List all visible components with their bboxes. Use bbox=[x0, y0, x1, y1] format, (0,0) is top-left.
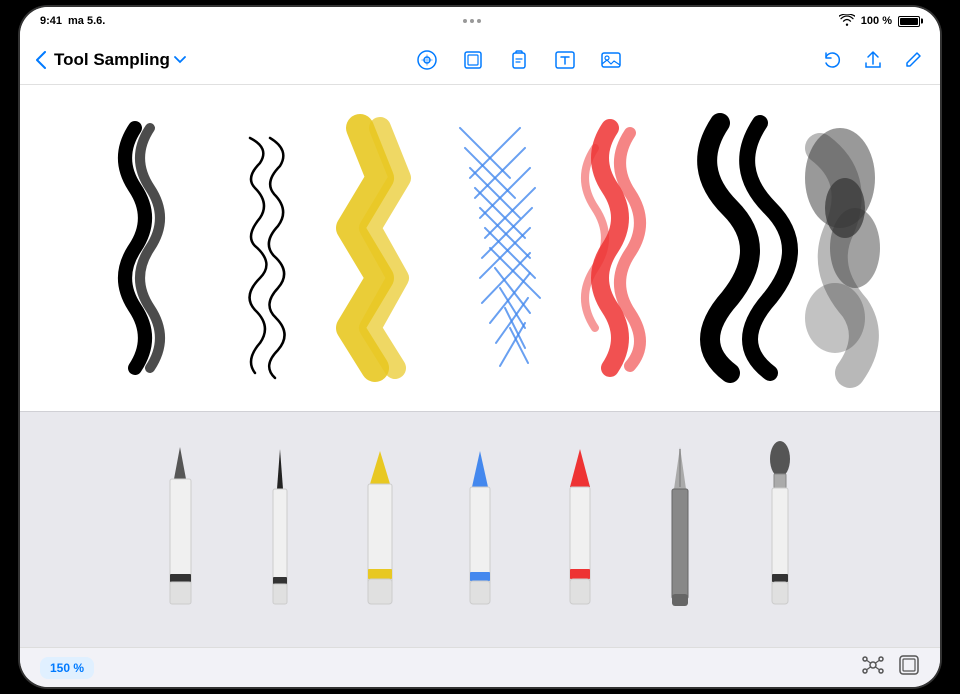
status-day: ma 5.6. bbox=[68, 15, 105, 27]
strokes-area bbox=[20, 85, 940, 411]
battery-fill bbox=[900, 18, 918, 25]
battery-percentage: 100 % bbox=[861, 15, 892, 27]
battery-icon bbox=[898, 16, 920, 27]
tool-pencil[interactable] bbox=[135, 439, 225, 619]
share-icon[interactable] bbox=[862, 49, 884, 71]
back-button[interactable] bbox=[36, 51, 46, 69]
status-dot-2 bbox=[470, 19, 474, 23]
toolbar-left: Tool Sampling bbox=[36, 50, 216, 70]
tool-blue-marker[interactable] bbox=[435, 439, 525, 619]
tool-brush[interactable] bbox=[735, 439, 825, 619]
status-center bbox=[463, 19, 481, 23]
status-time: 9:41 bbox=[40, 15, 62, 27]
edit-icon[interactable] bbox=[902, 49, 924, 71]
wifi-icon bbox=[839, 14, 855, 29]
stroke-zigzag-yellow bbox=[350, 128, 400, 368]
layers-icon[interactable] bbox=[462, 49, 484, 71]
status-right: 100 % bbox=[839, 14, 920, 29]
annotate-icon[interactable] bbox=[416, 49, 438, 71]
image-icon[interactable] bbox=[600, 49, 622, 71]
undo-icon[interactable] bbox=[822, 49, 844, 71]
text-icon[interactable] bbox=[554, 49, 576, 71]
tool-fine-pen[interactable] bbox=[235, 439, 325, 619]
stroke-loop bbox=[250, 138, 285, 378]
tool-red-marker[interactable] bbox=[535, 439, 625, 619]
status-dot-1 bbox=[463, 19, 467, 23]
tool-yellow-marker[interactable] bbox=[335, 439, 425, 619]
bottom-right-icons bbox=[862, 654, 920, 681]
stroke-crosshatch-blue bbox=[460, 128, 540, 366]
stroke-squiggle-thick bbox=[125, 128, 160, 368]
toolbar-center bbox=[216, 49, 822, 71]
clipboard-icon[interactable] bbox=[508, 49, 530, 71]
toolbar-title: Tool Sampling bbox=[54, 50, 186, 70]
toolbar-right bbox=[822, 49, 924, 71]
title-text: Tool Sampling bbox=[54, 50, 170, 70]
toolbar: Tool Sampling bbox=[20, 35, 940, 85]
title-chevron-icon[interactable] bbox=[174, 53, 186, 67]
layout-icon[interactable] bbox=[898, 654, 920, 681]
stroke-scatter-red bbox=[585, 128, 640, 368]
status-bar: 9:41 ma 5.6. 100 % bbox=[20, 7, 940, 35]
bottom-bar: 150 % bbox=[20, 647, 940, 687]
zoom-level[interactable]: 150 % bbox=[40, 657, 94, 679]
tool-fountain-pen[interactable] bbox=[635, 439, 725, 619]
canvas-area[interactable] bbox=[20, 85, 940, 647]
stroke-squiggle-large bbox=[707, 123, 790, 373]
ipad-frame: 9:41 ma 5.6. 100 % bbox=[20, 7, 940, 687]
status-dot-3 bbox=[477, 19, 481, 23]
status-left: 9:41 ma 5.6. bbox=[40, 15, 105, 27]
tool-tray bbox=[20, 411, 940, 647]
network-icon[interactable] bbox=[862, 654, 884, 681]
stroke-smear-dark bbox=[805, 128, 880, 373]
